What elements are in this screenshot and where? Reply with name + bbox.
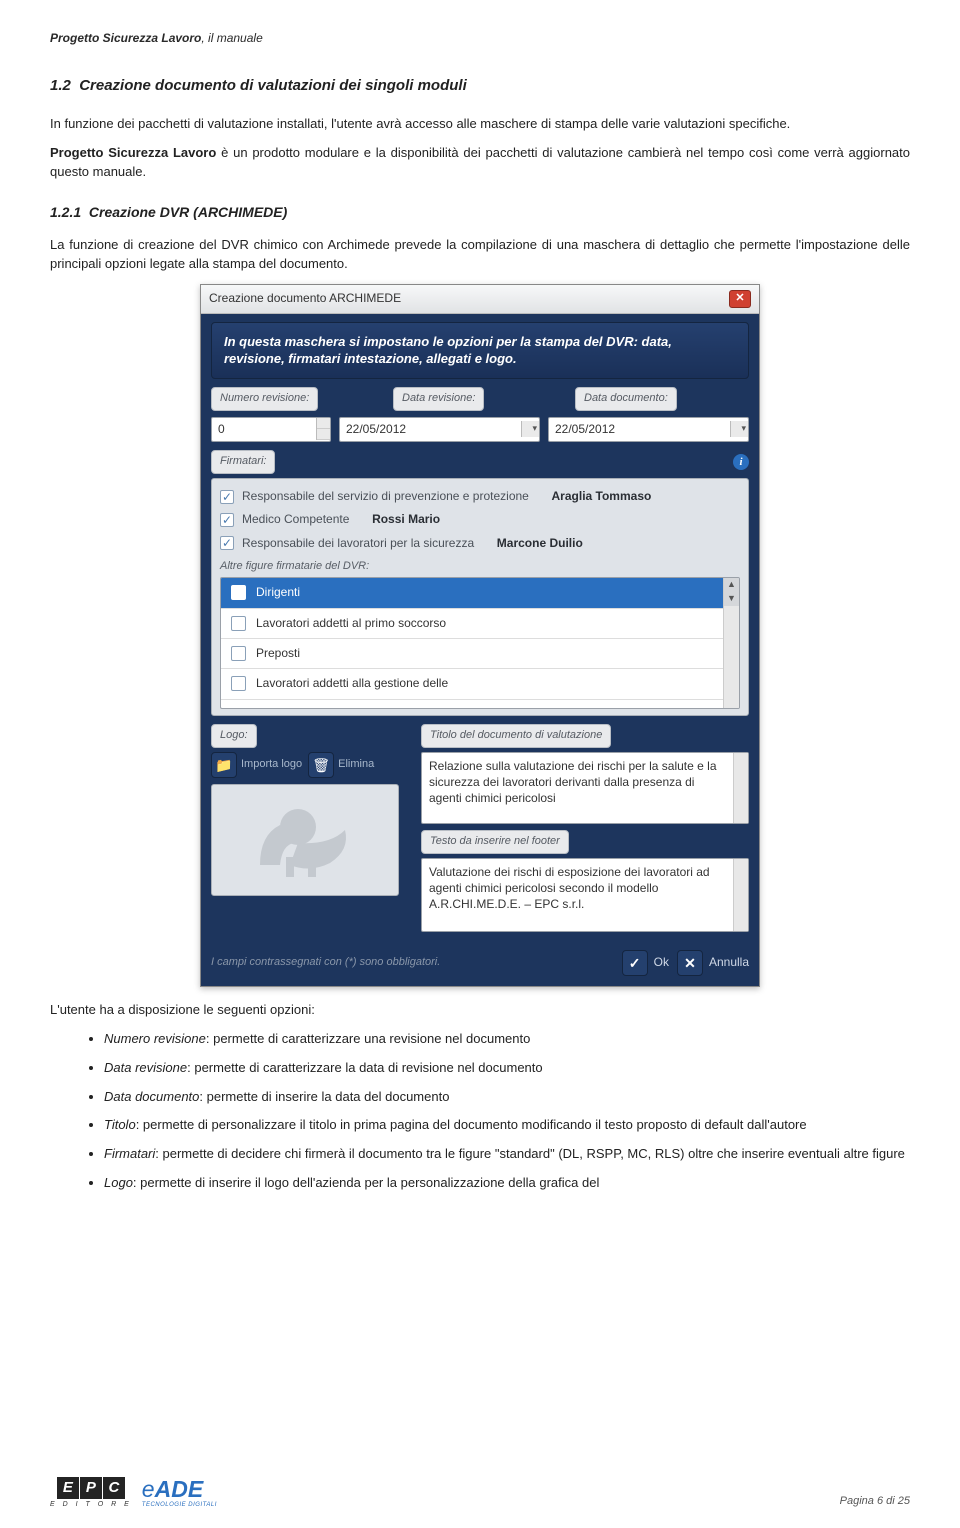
- section-heading: 1.2 Creazione documento di valutazioni d…: [50, 75, 910, 97]
- label-logo: Logo:: [211, 724, 257, 748]
- firmatari-box: Responsabile del servizio di prevenzione…: [211, 478, 749, 716]
- label-numero-revisione: Numero revisione:: [211, 387, 318, 411]
- section-p1: In funzione dei pacchetti di valutazione…: [50, 115, 910, 134]
- folder-icon: 📁: [211, 752, 237, 778]
- data-revisione-input[interactable]: 22/05/2012: [339, 417, 540, 442]
- firmatario-row[interactable]: Responsabile dei lavoratori per la sicur…: [220, 532, 740, 555]
- scrollbar[interactable]: ▲ ▼: [723, 578, 739, 708]
- list-item: Data documento: permette di inserire la …: [104, 1088, 910, 1107]
- label-altre-figure: Altre figure firmatarie del DVR:: [220, 555, 740, 577]
- section-p2: Progetto Sicurezza Lavoro è un prodotto …: [50, 144, 910, 182]
- options-intro: L'utente ha a disposizione le seguenti o…: [50, 1001, 910, 1020]
- label-data-documento: Data documento:: [575, 387, 677, 411]
- dialog-banner: In questa maschera si impostano le opzio…: [211, 322, 749, 379]
- label-titolo-doc: Titolo del documento di valutazione: [421, 724, 611, 748]
- info-icon[interactable]: i: [733, 454, 749, 470]
- list-item[interactable]: Lavoratori addetti alla gestione delle: [221, 669, 739, 699]
- scrollbar[interactable]: [733, 753, 748, 823]
- subsection-heading: 1.2.1 Creazione DVR (ARCHIMEDE): [50, 202, 910, 222]
- list-item: Titolo: permette di personalizzare il ti…: [104, 1116, 910, 1135]
- epc-logo: EPC E D I T O R E: [50, 1477, 132, 1510]
- ok-button[interactable]: ✓ Ok: [622, 950, 669, 976]
- doc-header-bold: Progetto Sicurezza Lavoro: [50, 31, 201, 45]
- list-item: Firmatari: permette di decidere chi firm…: [104, 1145, 910, 1164]
- subsection-p1: La funzione di creazione del DVR chimico…: [50, 236, 910, 274]
- required-hint: I campi contrassegnati con (*) sono obbl…: [211, 955, 440, 971]
- firmatario-row[interactable]: Responsabile del servizio di prevenzione…: [220, 485, 740, 508]
- importa-logo-button[interactable]: 📁 Importa logo: [211, 752, 302, 778]
- checkbox-icon[interactable]: [220, 513, 234, 527]
- calendar-icon[interactable]: [730, 421, 748, 437]
- list-item: Data revisione: permette di caratterizza…: [104, 1059, 910, 1078]
- checkbox-icon[interactable]: [231, 585, 246, 600]
- list-item[interactable]: Dirigenti: [221, 578, 739, 608]
- label-firmatari: Firmatari:: [211, 450, 275, 474]
- options-list: Numero revisione: permette di caratteriz…: [50, 1030, 910, 1193]
- doc-header: Progetto Sicurezza Lavoro, il manuale: [50, 30, 910, 47]
- dialog-window: Creazione documento ARCHIMEDE ✕ In quest…: [200, 284, 760, 987]
- annulla-button[interactable]: ✕ Annulla: [677, 950, 749, 976]
- page-footer: EPC E D I T O R E eADE TECNOLOGIE DIGITA…: [50, 1477, 910, 1510]
- checkbox-icon[interactable]: [220, 490, 234, 504]
- footer-text-textarea[interactable]: Valutazione dei rischi di esposizione de…: [421, 858, 749, 932]
- elimina-logo-button[interactable]: 🗑 Elimina: [308, 752, 374, 778]
- checkbox-icon[interactable]: [231, 676, 246, 691]
- trash-icon: 🗑: [308, 752, 334, 778]
- titolo-documento-textarea[interactable]: Relazione sulla valutazione dei rischi p…: [421, 752, 749, 824]
- dialog-screenshot: Creazione documento ARCHIMEDE ✕ In quest…: [50, 284, 910, 987]
- check-icon: ✓: [622, 950, 648, 976]
- firmatario-row[interactable]: Medico Competente Rossi Mario: [220, 508, 740, 531]
- lion-placeholder-icon: [250, 795, 360, 885]
- page-number: Pagina 6 di 25: [840, 1494, 910, 1510]
- close-icon[interactable]: ✕: [729, 290, 751, 308]
- doc-header-rest: , il manuale: [201, 31, 262, 45]
- dialog-title: Creazione documento ARCHIMEDE: [209, 290, 401, 307]
- checkbox-icon[interactable]: [231, 616, 246, 631]
- numero-revisione-input[interactable]: 0: [211, 417, 331, 442]
- scrollbar[interactable]: [733, 859, 748, 931]
- list-item[interactable]: Lavoratori addetti al primo soccorso: [221, 609, 739, 639]
- dialog-titlebar: Creazione documento ARCHIMEDE ✕: [201, 285, 759, 314]
- list-item: Numero revisione: permette di caratteriz…: [104, 1030, 910, 1049]
- logo-preview: [211, 784, 399, 896]
- altre-figure-list[interactable]: Dirigenti Lavoratori addetti al primo so…: [220, 577, 740, 709]
- calendar-icon[interactable]: [521, 421, 539, 437]
- list-item[interactable]: Preposti: [221, 639, 739, 669]
- spinner-icon[interactable]: [316, 418, 330, 440]
- scroll-down-icon[interactable]: ▼: [724, 592, 739, 606]
- scroll-up-icon[interactable]: ▲: [724, 578, 739, 592]
- label-footer-text: Testo da inserire nel footer: [421, 830, 569, 854]
- data-documento-input[interactable]: 22/05/2012: [548, 417, 749, 442]
- label-data-revisione: Data revisione:: [393, 387, 484, 411]
- cancel-icon: ✕: [677, 950, 703, 976]
- list-item: Logo: permette di inserire il logo dell'…: [104, 1174, 910, 1193]
- eade-logo: eADE TECNOLOGIE DIGITALI: [142, 1478, 217, 1510]
- checkbox-icon[interactable]: [220, 536, 234, 550]
- checkbox-icon[interactable]: [231, 646, 246, 661]
